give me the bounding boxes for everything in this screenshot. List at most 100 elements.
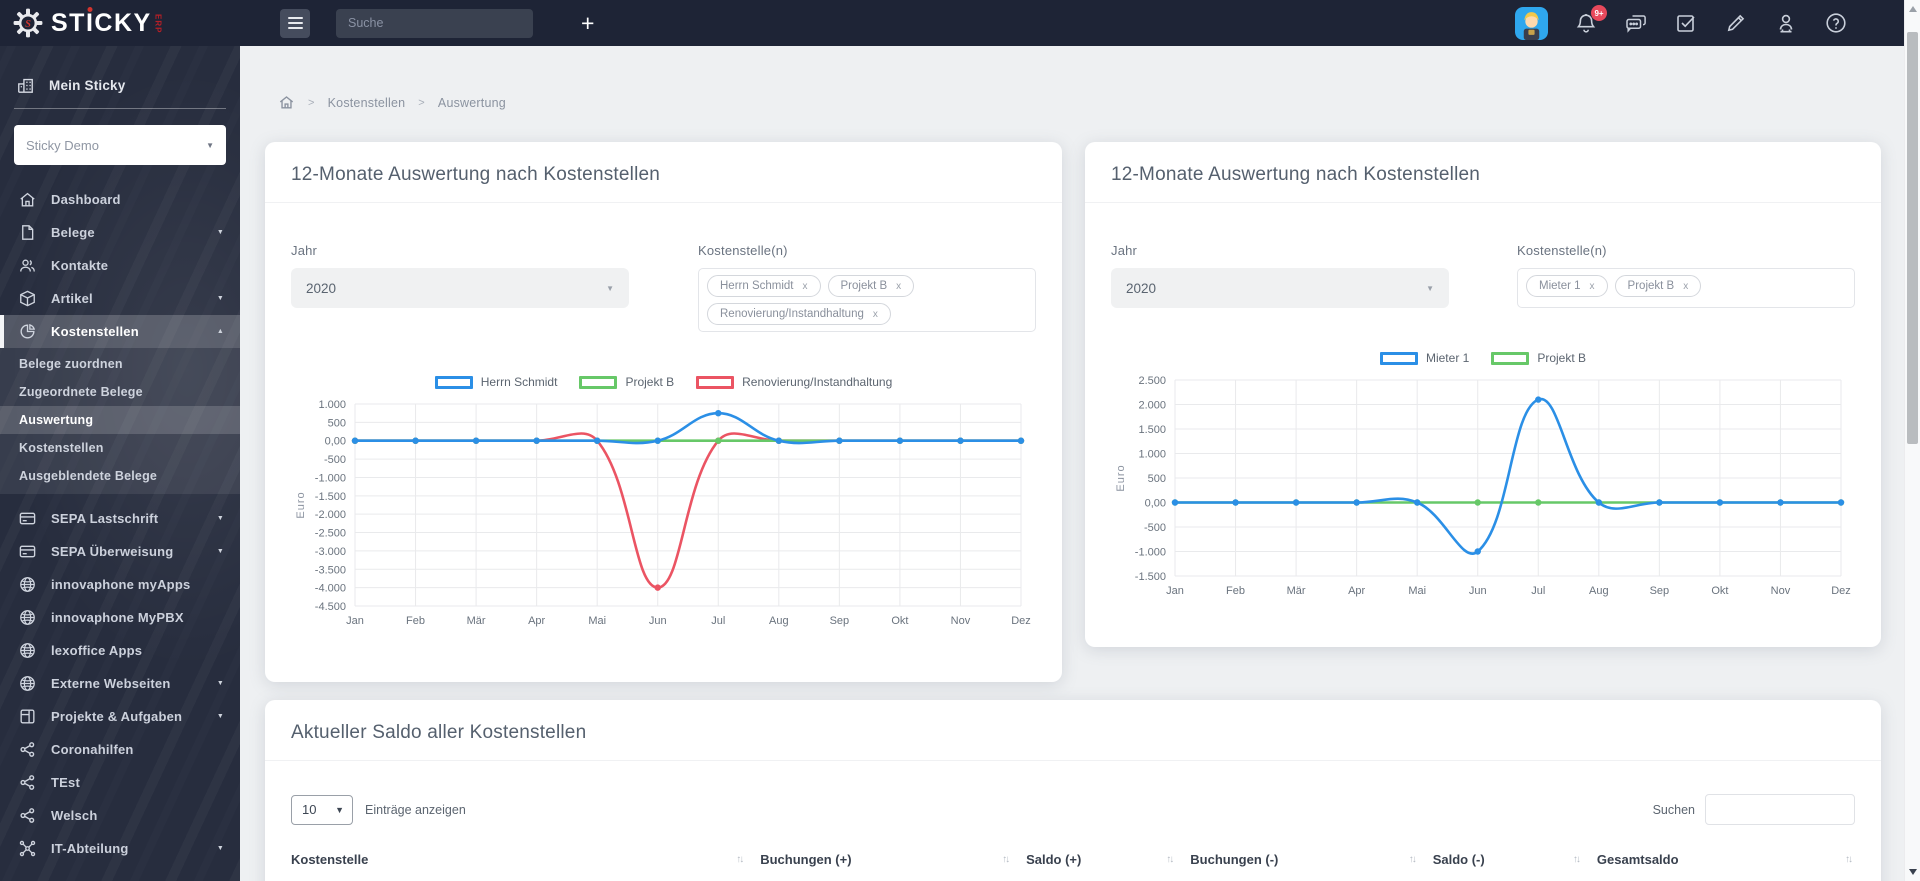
page-scrollbar[interactable]	[1904, 0, 1920, 881]
costcenter-multiselect[interactable]: Herrn Schmidt x Projekt Bx Renovierung/Inst…	[698, 268, 1036, 332]
sort-icon[interactable]: ↑↓	[1573, 854, 1581, 865]
add-button[interactable]: +	[581, 11, 594, 35]
column-header-saldo[interactable]: Saldo (-) ↑↓	[1433, 852, 1597, 867]
svg-text:500: 500	[328, 417, 346, 429]
costcenter-tag: Projekt B x	[827, 275, 915, 297]
scroll-down-arrow-icon[interactable]	[1909, 869, 1917, 875]
costcenter-tag: Herrn Schmidt x	[707, 275, 821, 297]
column-header-kostenstelle[interactable]: Kostenstelle ↑↓	[291, 852, 760, 867]
breadcrumb-auswertung[interactable]: Auswertung	[438, 96, 506, 110]
app-logo[interactable]: S ST I CKY ERP	[0, 0, 240, 46]
chart-card-left: 12-Monate Auswertung nach Kostenstellen …	[265, 142, 1062, 682]
sidebar-item-kontakte[interactable]: Kontakte	[0, 249, 240, 282]
sort-icon[interactable]: ↑↓	[1002, 854, 1010, 865]
column-header-gesamtsaldo[interactable]: Gesamtsaldo ↑↓	[1597, 852, 1855, 867]
legend-projekt-b[interactable]: Projekt B	[1491, 351, 1586, 365]
sort-icon[interactable]: ↑↓	[1409, 854, 1417, 865]
svg-text:Apr: Apr	[528, 615, 545, 627]
sort-icon[interactable]: ↑↓	[1166, 854, 1174, 865]
notification-badge: 9+	[1591, 5, 1607, 21]
chevron-down-icon: ▼	[216, 845, 224, 852]
chevron-up-icon: ▲	[216, 328, 224, 335]
notifications-bell-icon[interactable]: 9+	[1574, 5, 1607, 35]
page-size-select[interactable]: 10 ▼	[291, 794, 353, 825]
scroll-up-arrow-icon[interactable]	[1909, 6, 1917, 12]
sidebar-item-innovaphone-myapps[interactable]: innovaphone myApps	[0, 568, 240, 601]
sidebar-subitem-ausgeblendete-belege[interactable]: Ausgeblendete Belege	[0, 462, 240, 490]
column-header-buchungen[interactable]: Buchungen (-) ↑↓	[1190, 852, 1432, 867]
legend-swatch	[696, 375, 735, 389]
remove-tag-icon[interactable]: x	[1683, 281, 1688, 292]
sidebar-item-externe-webseiten[interactable]: Externe Webseiten ▼	[0, 667, 240, 700]
year-select[interactable]: 2020 ▼	[291, 268, 629, 308]
svg-text:500: 500	[1148, 473, 1166, 485]
legend-label: Projekt B	[625, 375, 675, 389]
legend-herrn-schmidt[interactable]: Herrn Schmidt	[434, 375, 557, 389]
sidebar-submenu: Belege zuordnen Zugeordnete Belege Auswert…	[0, 348, 240, 494]
messages-icon[interactable]	[1624, 11, 1648, 35]
remove-tag-icon[interactable]: x	[873, 309, 878, 320]
sidebar-item-dashboard[interactable]: Dashboard	[0, 183, 240, 216]
remove-tag-icon[interactable]: x	[803, 281, 808, 292]
sidebar-item-innovaphone-mypbx[interactable]: innovaphone MyPBX	[0, 601, 240, 634]
sidebar-item-sepa-lastschrift[interactable]: SEPA Lastschrift ▼	[0, 502, 240, 535]
legend-mieter-1[interactable]: Mieter 1	[1379, 351, 1469, 365]
sidebar-item-it-abteilung[interactable]: IT-Abteilung ▼	[0, 832, 240, 865]
scrollbar-thumb[interactable]	[1907, 32, 1918, 444]
card-header: 12-Monate Auswertung nach Kostenstellen	[265, 142, 1062, 203]
edit-pencil-icon[interactable]	[1724, 11, 1748, 35]
svg-text:2.000: 2.000	[1138, 400, 1166, 412]
column-header-saldo[interactable]: Saldo (+) ↑↓	[1026, 852, 1190, 867]
breadcrumb-separator: >	[308, 96, 315, 109]
home-icon[interactable]	[278, 94, 295, 111]
sidebar-subitem-zugeordnete-belege[interactable]: Zugeordnete Belege	[0, 378, 240, 406]
stamp-person-icon[interactable]	[1774, 11, 1798, 35]
legend-renovierung-instandhaltung[interactable]: Renovierung/Instandhaltung	[696, 375, 892, 389]
page-size-value: 10	[302, 802, 317, 817]
svg-text:Jan: Jan	[1166, 585, 1184, 597]
sidebar-item-mein-sticky[interactable]: Mein Sticky	[0, 66, 240, 104]
remove-tag-icon[interactable]: x	[896, 281, 901, 292]
sidebar-item-label: Welsch	[51, 808, 98, 823]
sidebar-item-belege[interactable]: Belege ▼	[0, 216, 240, 249]
sidebar-item-sepa-überweisung[interactable]: SEPA Überweisung ▼	[0, 535, 240, 568]
costcenter-multiselect[interactable]: Mieter 1 x Projekt B x	[1517, 268, 1855, 308]
costcenter-label: Kostenstelle(n)	[1517, 243, 1607, 258]
sidebar-subitem-kostenstellen[interactable]: Kostenstellen	[0, 434, 240, 462]
sidebar-item-kostenstellen[interactable]: Kostenstellen ▲	[0, 315, 240, 348]
sort-icon[interactable]: ↑↓	[1845, 854, 1853, 865]
menu-toggle-button[interactable]	[280, 8, 310, 38]
sidebar-item-lexoffice-apps[interactable]: lexoffice Apps	[0, 634, 240, 667]
table-search-input[interactable]	[1705, 794, 1855, 825]
svg-text:Euro: Euro	[295, 491, 307, 518]
card-title: 12-Monate Auswertung nach Kostenstellen	[291, 164, 661, 185]
pie-icon	[18, 322, 37, 341]
svg-text:Jun: Jun	[1469, 585, 1487, 597]
tasks-checkbox-icon[interactable]	[1674, 11, 1698, 35]
global-search-input[interactable]	[336, 8, 533, 38]
chart-legend: Herrn Schmidt Projekt B Renovierung/Instan…	[291, 372, 1036, 392]
sidebar-subitem-belege-zuordnen[interactable]: Belege zuordnen	[0, 350, 240, 378]
user-avatar[interactable]	[1515, 6, 1548, 40]
brand-name: ST I CKY ERP	[51, 8, 163, 37]
help-icon[interactable]	[1824, 11, 1848, 35]
chevron-down-icon: ▼	[606, 283, 614, 293]
breadcrumb-items: > Kostenstellen > Auswertung	[308, 96, 506, 110]
legend-projekt-b[interactable]: Projekt B	[579, 375, 674, 389]
card-header: Aktueller Saldo aller Kostenstellen	[265, 700, 1881, 761]
sidebar-item-coronahilfen[interactable]: Coronahilfen	[0, 733, 240, 766]
sidebar-item-test[interactable]: TEst	[0, 766, 240, 799]
legend-swatch	[1379, 351, 1418, 365]
year-select[interactable]: 2020 ▼	[1111, 268, 1449, 308]
chart-filters: Jahr 2020 ▼ Kostenstelle(n) Mieter 1 x Pro…	[1085, 203, 1881, 308]
sidebar-item-welsch[interactable]: Welsch	[0, 799, 240, 832]
sidebar-item-artikel[interactable]: Artikel ▼	[0, 282, 240, 315]
svg-text:S: S	[25, 19, 31, 30]
remove-tag-icon[interactable]: x	[1590, 281, 1595, 292]
sort-icon[interactable]: ↑↓	[736, 854, 744, 865]
column-header-buchungen[interactable]: Buchungen (+) ↑↓	[760, 852, 1026, 867]
sidebar-item-projekte-aufgaben[interactable]: Projekte & Aufgaben ▼	[0, 700, 240, 733]
breadcrumb-kostenstellen[interactable]: Kostenstellen	[328, 96, 406, 110]
workspace-select[interactable]: Sticky Demo ▼	[14, 125, 226, 165]
sidebar-subitem-auswertung[interactable]: Auswertung	[0, 406, 240, 434]
